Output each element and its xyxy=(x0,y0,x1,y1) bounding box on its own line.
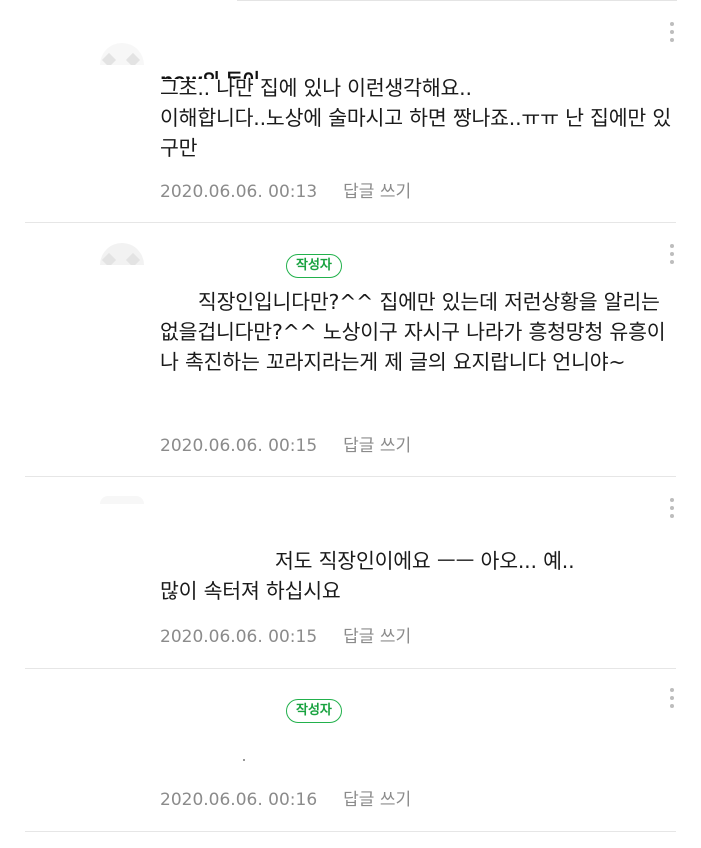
more-vertical-icon[interactable] xyxy=(664,18,680,48)
avatar-eye-icon xyxy=(101,252,117,265)
reply-button[interactable]: 답글 쓰기 xyxy=(343,436,411,456)
avatar[interactable] xyxy=(100,43,144,65)
avatar[interactable] xyxy=(100,496,144,504)
reply-button[interactable]: 답글 쓰기 xyxy=(343,182,411,202)
comment-date: 2020.06.06. 00:13 xyxy=(160,182,318,202)
comment-meta: 2020.06.06. 00:15 답글 쓰기 xyxy=(160,622,411,647)
comment-meta: 2020.06.06. 00:15 답글 쓰기 xyxy=(160,431,411,456)
comment-date: 2020.06.06. 00:16 xyxy=(160,790,318,810)
comment-text: 그초.. 나만 집에 있나 이런생각해요.. 이해합니다..노상에 술마시고 하… xyxy=(160,76,672,160)
avatar[interactable] xyxy=(100,243,144,265)
author-badge: 작성자 xyxy=(286,699,342,723)
avatar-eye-icon xyxy=(101,52,117,65)
more-vertical-icon[interactable] xyxy=(664,684,680,714)
comment-date: 2020.06.06. 00:15 xyxy=(160,627,318,647)
comment-text: 저도 직장인이에요 ㅡㅡ 아오... 예.. 많이 속터져 하십시요 xyxy=(160,546,680,606)
comment-meta: 2020.06.06. 00:16 답글 쓰기 xyxy=(160,785,411,810)
comment-divider xyxy=(25,668,676,669)
avatar-eye-icon xyxy=(125,252,141,265)
comment-divider xyxy=(25,476,676,477)
reply-button[interactable]: 답글 쓰기 xyxy=(343,790,411,810)
reply-button[interactable]: 답글 쓰기 xyxy=(343,627,411,647)
comment-meta: 2020.06.06. 00:13 답글 쓰기 xyxy=(160,177,411,202)
more-vertical-icon[interactable] xyxy=(664,240,680,270)
more-vertical-icon[interactable] xyxy=(664,494,680,524)
avatar-eye-icon xyxy=(125,52,141,65)
comment-divider xyxy=(25,831,676,832)
top-divider xyxy=(237,0,677,1)
comment-text-content: 저도 직장인이에요 ㅡㅡ 아오... 예.. 많이 속터져 하십시요 xyxy=(160,549,575,603)
comment-divider xyxy=(25,222,676,223)
comment-date: 2020.06.06. 00:15 xyxy=(160,436,318,456)
text-fragment xyxy=(243,759,245,761)
author-badge: 작성자 xyxy=(286,254,342,278)
comment-text: 직장인입니다만?^^ 집에만 있는데 저런상황을 알리는 없을겁니다만?^^ 노… xyxy=(160,290,666,374)
